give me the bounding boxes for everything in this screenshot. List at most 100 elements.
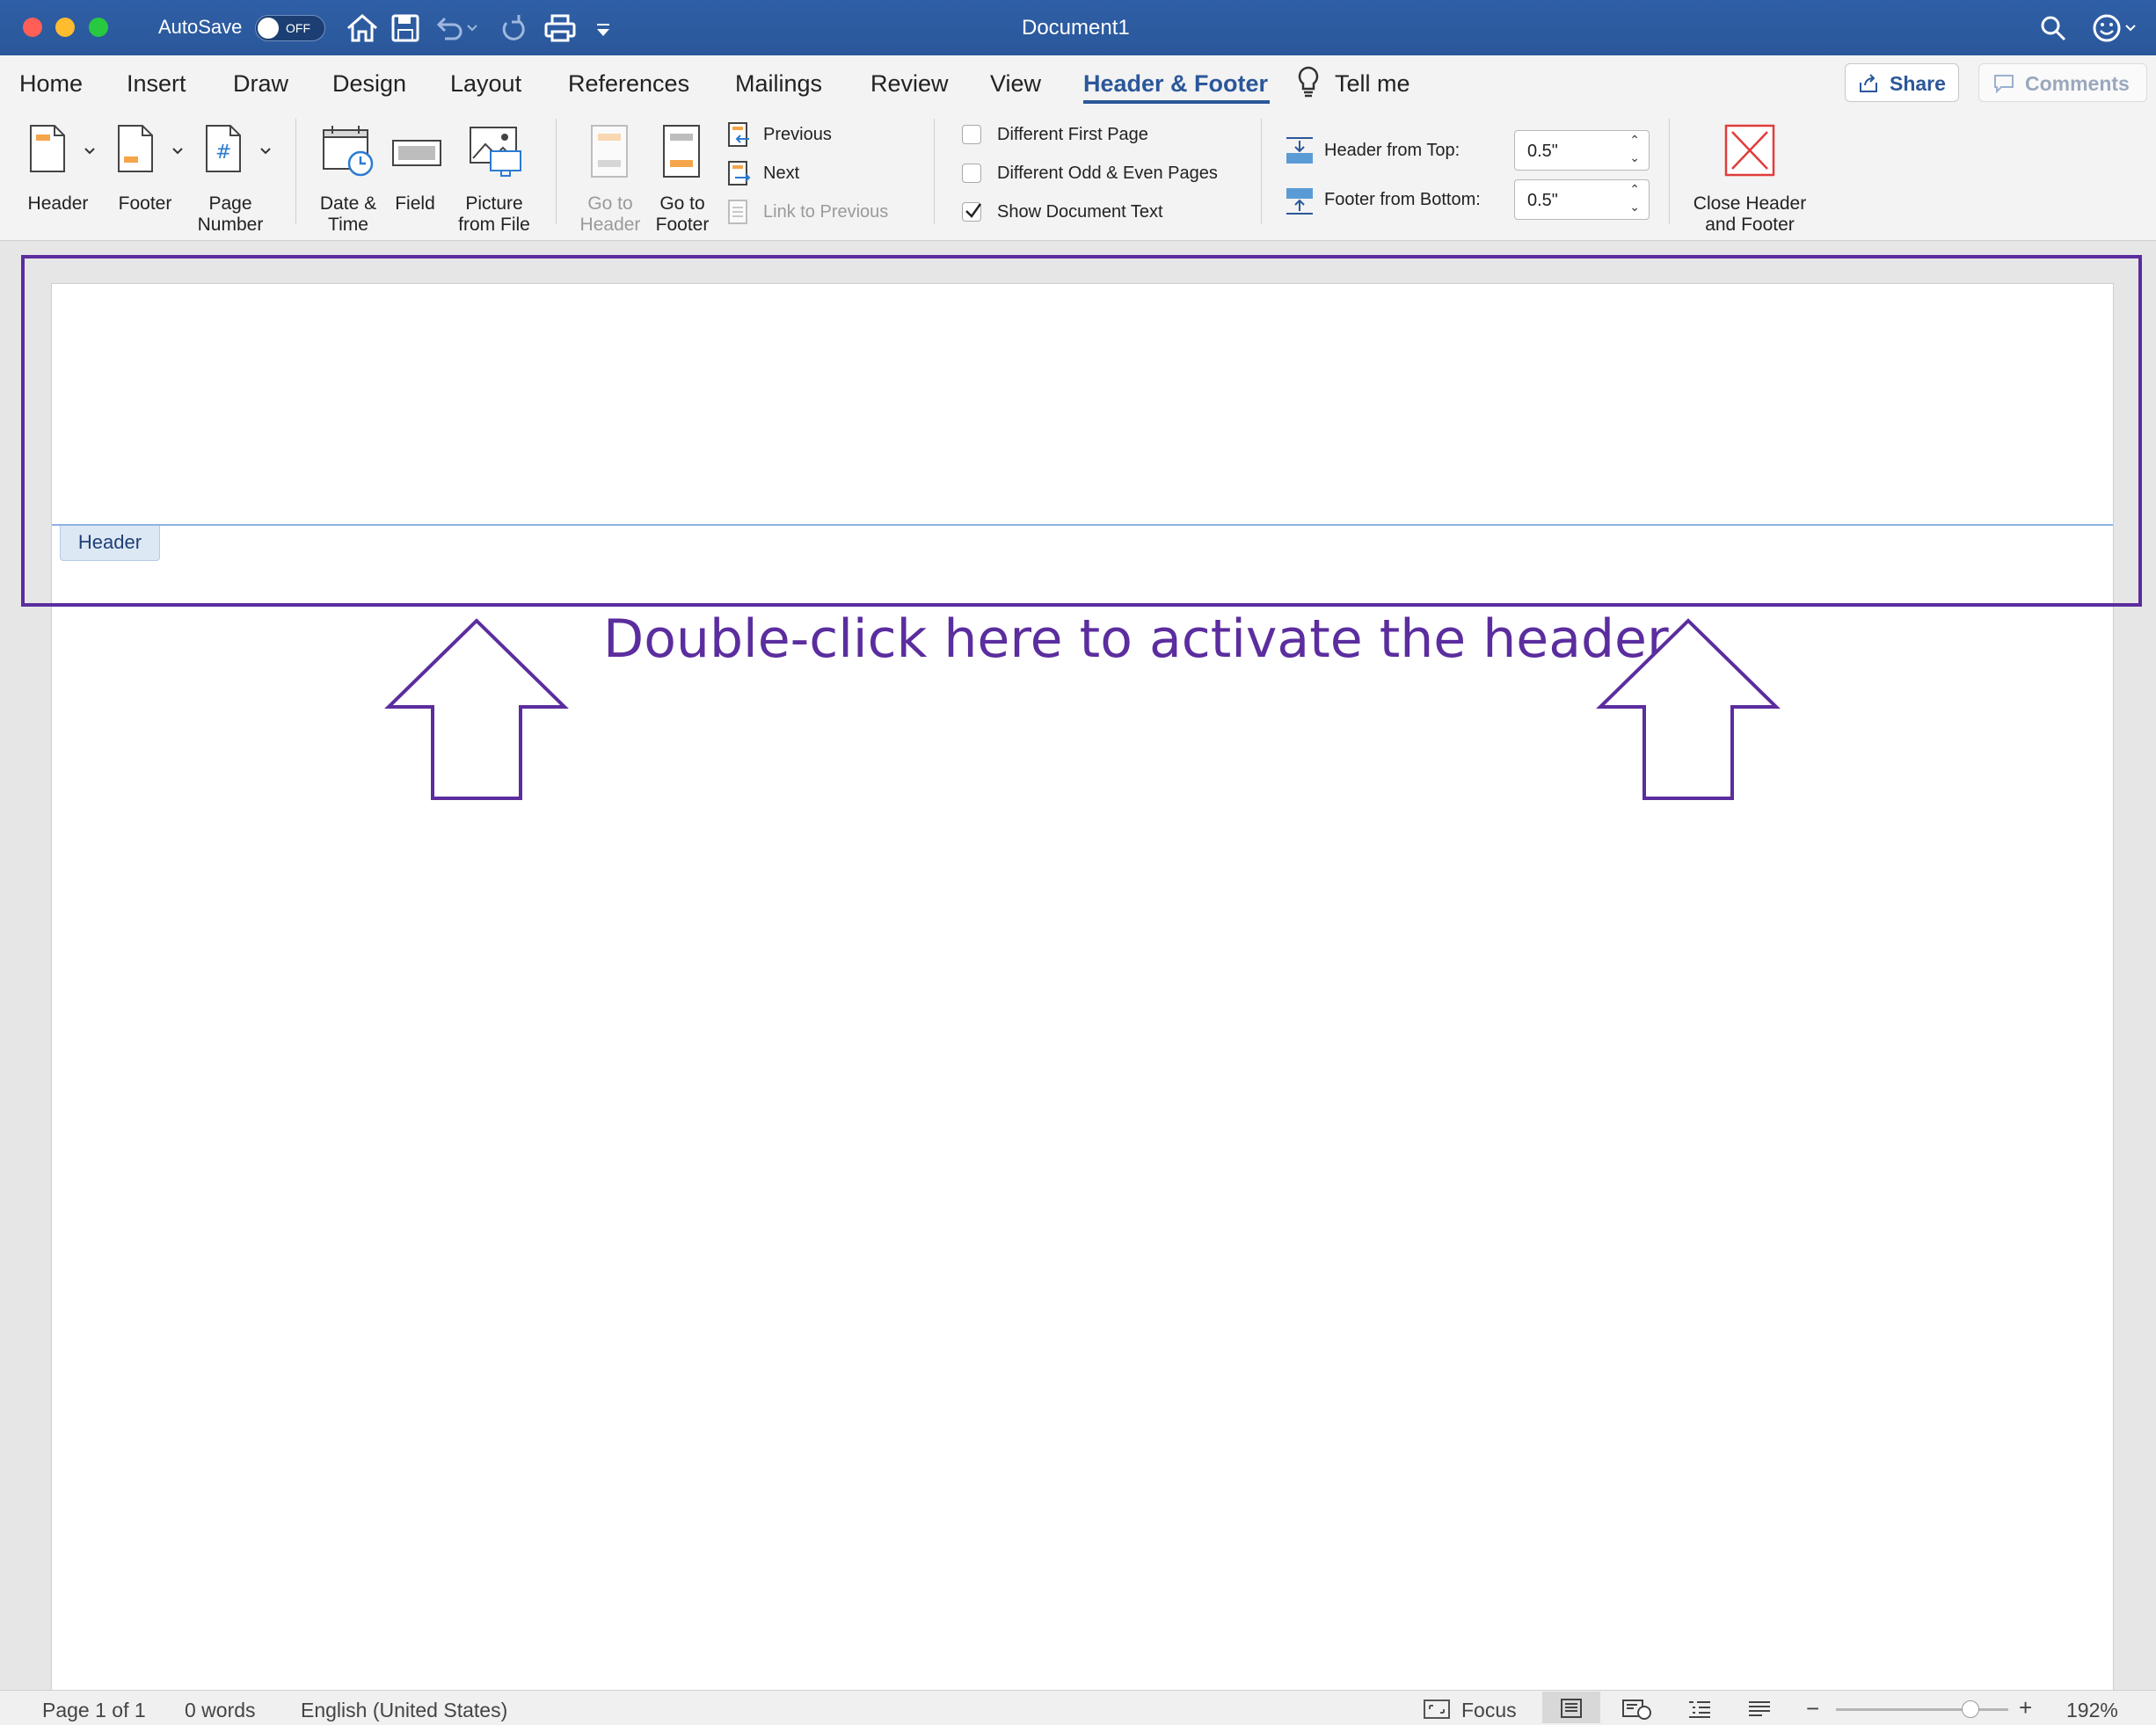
close-label-line2: and Footer [1705, 215, 1795, 235]
zoom-in-button[interactable]: + [2019, 1696, 2038, 1719]
tab-view[interactable]: View [990, 70, 1041, 98]
close-label-line1: Close Header [1693, 193, 1807, 214]
focus-label[interactable]: Focus [1461, 1699, 1517, 1722]
picture-label-line2: from File [458, 215, 530, 235]
zoom-level[interactable]: 192% [2066, 1699, 2118, 1722]
zoom-slider-knob[interactable] [1961, 1700, 1979, 1718]
language-status[interactable]: English (United States) [301, 1699, 507, 1722]
ribbon-separator [556, 119, 557, 224]
word-count-status[interactable]: 0 words [185, 1699, 256, 1722]
date-time-label-line2: Time [328, 215, 368, 235]
tab-review[interactable]: Review [870, 70, 949, 98]
web-layout-icon[interactable] [1621, 1699, 1651, 1720]
different-first-page-checkbox[interactable] [962, 125, 981, 144]
share-button[interactable]: Share [1845, 63, 1959, 102]
header-button[interactable]: Header [16, 120, 104, 230]
page-number-label-line2: Number [197, 215, 264, 235]
chevron-down-icon[interactable] [83, 146, 97, 156]
print-icon[interactable] [543, 12, 577, 44]
tell-me-search[interactable]: Tell me [1335, 70, 1410, 98]
stepper-up-icon[interactable]: ⌃ [1629, 133, 1640, 148]
go-to-footer-label-line1: Go to [659, 193, 705, 214]
show-document-text-checkbox[interactable] [962, 202, 982, 222]
annotation-text: Double-click here to activate the header [603, 608, 1669, 670]
close-header-footer-button[interactable]: Close Header and Footer [1679, 120, 1820, 235]
go-to-header-icon [591, 125, 628, 178]
header-from-top-icon [1286, 137, 1313, 164]
close-window-button[interactable] [23, 18, 42, 37]
comments-button[interactable]: Comments [1978, 63, 2147, 102]
picture-label-line1: Picture [465, 193, 523, 214]
header-from-top-value: 0.5" [1527, 142, 1558, 161]
minimize-window-button[interactable] [55, 18, 75, 37]
date-time-button[interactable]: Date & Time [310, 120, 387, 235]
search-icon[interactable] [2038, 12, 2068, 44]
lightbulb-icon [1298, 66, 1319, 98]
header-button-label: Header [27, 193, 89, 214]
print-layout-view-button[interactable] [1542, 1692, 1600, 1723]
zoom-out-button[interactable]: − [1806, 1697, 1825, 1720]
header-area-highlight[interactable] [21, 255, 2142, 607]
chevron-down-icon[interactable] [171, 146, 185, 156]
tab-draw[interactable]: Draw [233, 70, 288, 98]
different-odd-even-checkbox[interactable] [962, 164, 981, 183]
link-to-previous-label: Link to Previous [763, 202, 889, 222]
close-red-x-icon [1724, 124, 1775, 177]
go-to-header-label-line2: Header [579, 215, 641, 235]
tab-header-footer[interactable]: Header & Footer [1083, 70, 1268, 98]
focus-icon[interactable] [1423, 1699, 1451, 1720]
stepper-down-icon[interactable]: ⌄ [1629, 200, 1640, 215]
tab-layout[interactable]: Layout [450, 70, 521, 98]
redo-icon[interactable] [498, 12, 528, 44]
previous-icon [728, 122, 749, 147]
zoom-slider-track[interactable] [1836, 1708, 2008, 1711]
header-from-top-stepper[interactable]: 0.5" ⌃ ⌄ [1514, 130, 1650, 171]
footer-button[interactable]: Footer [106, 120, 193, 230]
ribbon-separator [1261, 119, 1262, 224]
tab-insert[interactable]: Insert [127, 70, 186, 98]
field-button[interactable]: Field [387, 120, 443, 230]
go-to-header-button[interactable]: Go to Header [572, 120, 649, 235]
arrow-up-icon [1596, 618, 1781, 800]
zoom-window-button[interactable] [89, 18, 108, 37]
page-number-icon: # [206, 125, 241, 172]
tab-mailings[interactable]: Mailings [735, 70, 822, 98]
stepper-up-icon[interactable]: ⌃ [1629, 182, 1640, 197]
page-number-label-line1: Page [208, 193, 252, 214]
different-first-page-label: Different First Page [997, 125, 1148, 144]
footer-button-label: Footer [118, 193, 172, 214]
home-icon[interactable] [345, 12, 380, 44]
arrow-up-icon [384, 618, 569, 800]
footer-from-bottom-stepper[interactable]: 0.5" ⌃ ⌄ [1514, 179, 1650, 220]
previous-button[interactable]: Previous [726, 121, 902, 149]
page-count-status[interactable]: Page 1 of 1 [42, 1699, 146, 1722]
footer-doc-icon [118, 125, 153, 172]
autosave-toggle[interactable]: OFF [255, 15, 325, 41]
outline-view-icon[interactable] [1686, 1699, 1713, 1720]
print-layout-icon [1561, 1699, 1582, 1718]
picture-from-file-button[interactable]: Picture from File [452, 120, 536, 235]
tab-references[interactable]: References [568, 70, 689, 98]
ribbon-separator [1669, 119, 1670, 224]
link-to-previous-button[interactable]: Link to Previous [726, 199, 920, 227]
footer-from-bottom-value: 0.5" [1527, 191, 1558, 210]
smiley-feedback-icon[interactable] [2091, 12, 2138, 44]
tab-design[interactable]: Design [332, 70, 406, 98]
tab-home[interactable]: Home [19, 70, 83, 98]
save-icon[interactable] [390, 12, 420, 44]
header-doc-icon [30, 125, 65, 172]
field-icon [392, 140, 441, 166]
undo-icon[interactable] [434, 12, 480, 44]
active-tab-indicator [1083, 100, 1270, 104]
go-to-footer-button[interactable]: Go to Footer [644, 120, 721, 235]
draft-view-icon[interactable] [1746, 1699, 1773, 1720]
page-number-button[interactable]: # Page Number [193, 120, 281, 235]
show-document-text-label: Show Document Text [997, 202, 1163, 222]
footer-from-bottom-label: Footer from Bottom: [1324, 190, 1481, 209]
chevron-down-icon[interactable] [259, 146, 273, 156]
stepper-down-icon[interactable]: ⌄ [1629, 150, 1640, 165]
next-button[interactable]: Next [726, 160, 902, 188]
comment-icon [1994, 75, 2014, 93]
share-icon [1860, 74, 1877, 92]
customize-toolbar-icon[interactable] [594, 12, 612, 44]
